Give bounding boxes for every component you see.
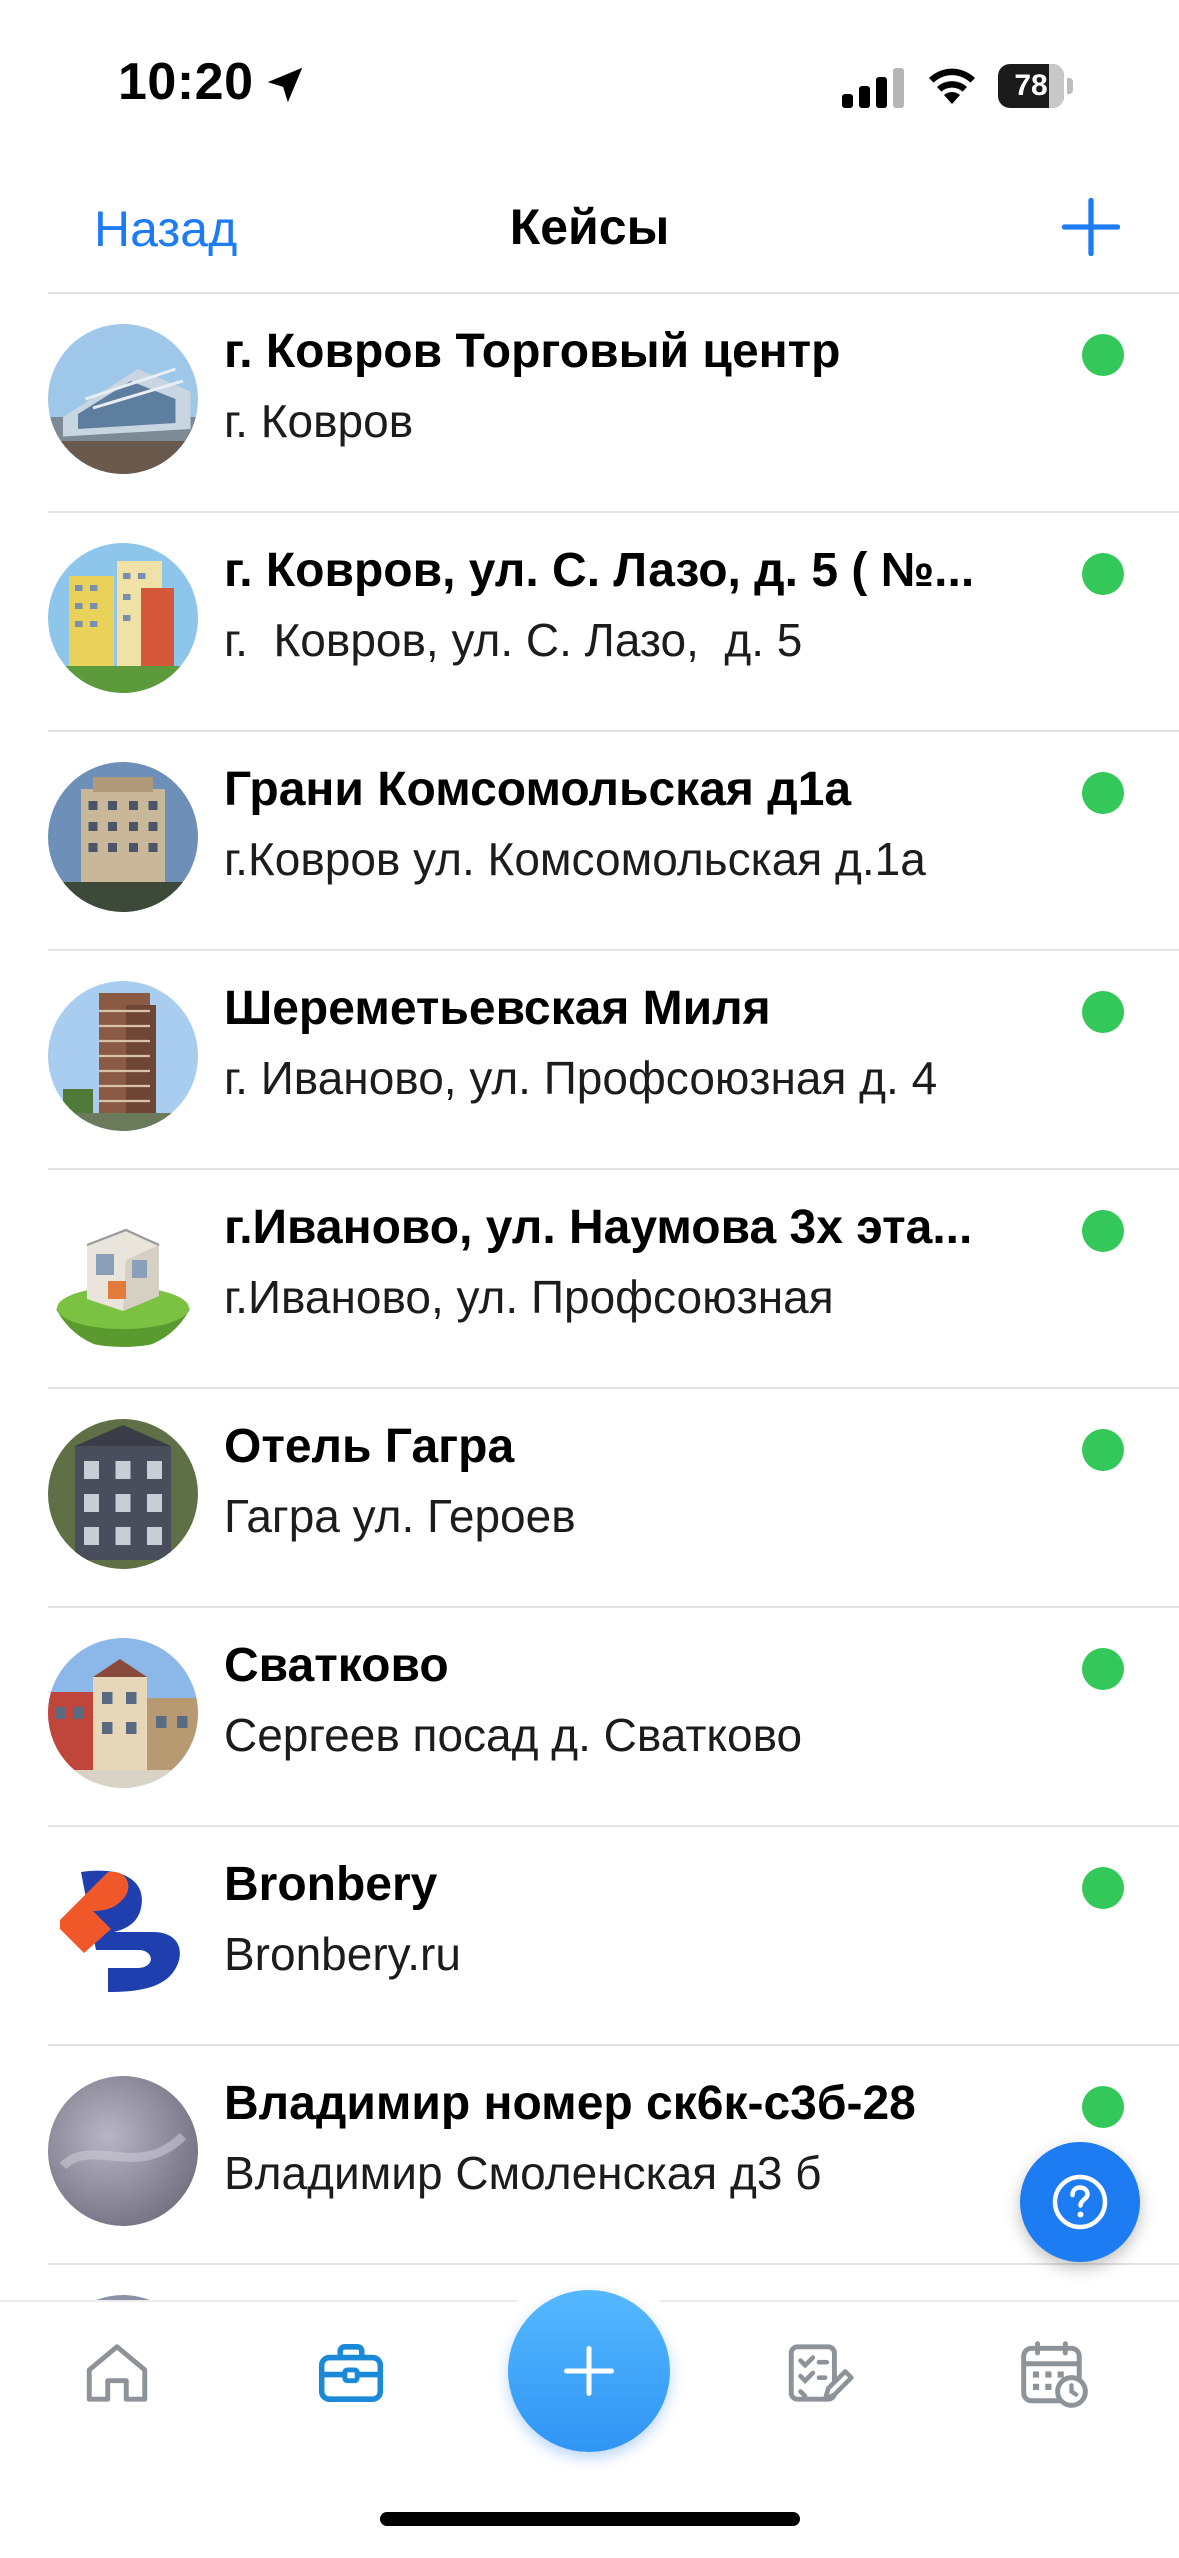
case-address: Владимир Смоленская д3 б: [224, 2147, 822, 2199]
case-title: г.Иваново, ул. Наумова 3х эта...: [224, 1201, 973, 1254]
case-image-placeholder: [48, 2076, 198, 2226]
case-row[interactable]: г.Иваново, ул. Наумова 3х эта... г.Ивано…: [48, 1170, 1179, 1389]
case-address: Гагра ул. Героев: [224, 1490, 576, 1542]
add-case-button[interactable]: [1062, 198, 1120, 256]
status-dot-active: [1082, 1648, 1124, 1690]
status-dot-active: [1082, 1867, 1124, 1909]
case-image-shopping-center: [48, 324, 198, 474]
question-icon: [1052, 2174, 1108, 2230]
case-title: г. Ковров Торговый центр: [224, 325, 841, 378]
center-add-button[interactable]: [508, 2290, 670, 2452]
case-address: г.Ковров ул. Комсомольская д.1а: [224, 833, 926, 885]
case-image-townhouses: [48, 1638, 198, 1788]
case-image-hotel: [48, 1419, 198, 1569]
case-title: Владимир номер ск6к-с3б-28: [224, 2077, 916, 2130]
status-time: 10:20: [118, 53, 254, 111]
case-title: Отель Гагра: [224, 1420, 515, 1473]
calendar-clock-icon[interactable]: [1016, 2336, 1090, 2410]
case-row[interactable]: г. Ковров, ул. С. Лазо, д. 5 ( №... г. К…: [48, 513, 1179, 732]
plus-icon: [564, 2346, 614, 2396]
wifi-icon: [929, 68, 975, 104]
case-address: г. Иваново, ул. Профсоюзная д. 4: [224, 1052, 938, 1104]
case-image-tower: [48, 981, 198, 1131]
battery-icon: 78: [998, 64, 1074, 108]
case-image-apartment-tower: [48, 543, 198, 693]
location-arrow-icon: [267, 67, 303, 103]
case-row[interactable]: Сватково Сергеев посад д. Сватково: [48, 1608, 1179, 1827]
case-address: Сергеев посад д. Сватково: [224, 1709, 803, 1761]
status-dot-active: [1082, 334, 1124, 376]
case-row[interactable]: Отель Гагра Гагра ул. Героев: [48, 1389, 1179, 1608]
status-dot-active: [1082, 1210, 1124, 1252]
page-title: Кейсы: [509, 199, 670, 255]
case-image-residential-building: [48, 762, 198, 912]
case-row[interactable]: Владимир номер ск6к-с3б-28 Владимир Смол…: [48, 2046, 1179, 2265]
case-row[interactable]: Шереметьевская Миля г. Иваново, ул. Проф…: [48, 951, 1179, 1170]
status-dot-active: [1082, 1429, 1124, 1471]
battery-level: 78: [1014, 69, 1048, 102]
case-title: Шереметьевская Миля: [224, 982, 771, 1035]
status-dot-active: [1082, 2086, 1124, 2128]
case-image-house-model: [48, 1200, 198, 1350]
case-title: Сватково: [224, 1639, 449, 1692]
briefcase-icon[interactable]: [314, 2336, 388, 2410]
case-title: Грани Комсомольская д1а: [224, 763, 852, 816]
case-title: г. Ковров, ул. С. Лазо, д. 5 ( №...: [224, 544, 975, 597]
case-address: г. Ковров: [224, 395, 414, 447]
case-row[interactable]: Грани Комсомольская д1а г.Ковров ул. Ком…: [48, 732, 1179, 951]
cellular-signal-icon: [842, 68, 904, 108]
case-address: Bronbery.ru: [224, 1928, 461, 1980]
status-dot-active: [1082, 553, 1124, 595]
case-list[interactable]: г. Ковров Торговый центр г. Ковров г. Ко…: [0, 294, 1179, 2300]
home-icon[interactable]: [80, 2336, 154, 2410]
status-dot-active: [1082, 772, 1124, 814]
bronbery-logo: [48, 1857, 198, 2007]
case-address: г. Ковров, ул. С. Лазо, д. 5: [224, 614, 803, 666]
case-title: Bronbery: [224, 1858, 438, 1911]
case-row[interactable]: г. Ковров Торговый центр г. Ковров: [48, 294, 1179, 513]
status-bar: 10:20 78: [0, 0, 1179, 170]
checklist-icon[interactable]: [782, 2336, 856, 2410]
case-row[interactable]: Bronbery Bronbery.ru: [48, 1827, 1179, 2046]
case-address: г.Иваново, ул. Профсоюзная: [224, 1271, 834, 1323]
home-indicator: [380, 2512, 800, 2526]
status-dot-active: [1082, 991, 1124, 1033]
help-button[interactable]: [1020, 2142, 1140, 2262]
